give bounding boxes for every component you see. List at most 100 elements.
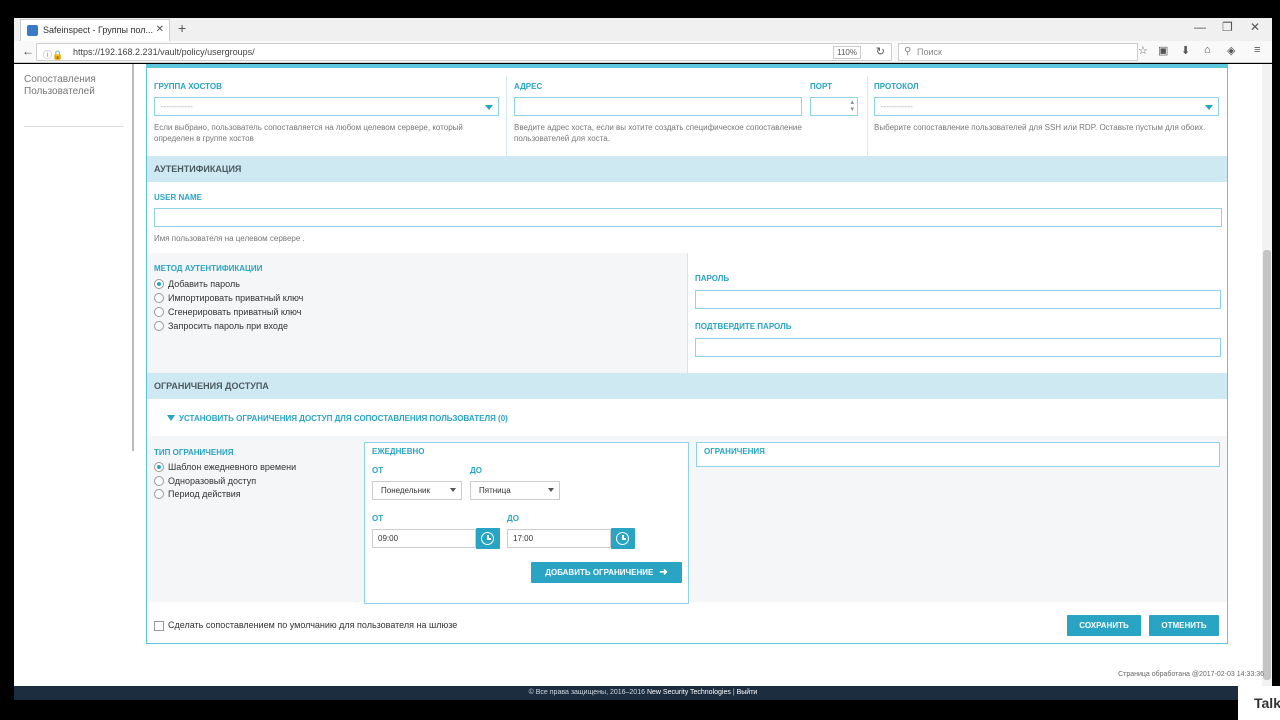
from-time-input[interactable]: 09:00 <box>372 529 476 548</box>
cancel-button[interactable]: ОТМЕНИТЬ <box>1149 615 1219 636</box>
new-tab-icon[interactable]: + <box>178 20 186 36</box>
address-bar[interactable]: ⓘ🔒 https://192.168.2.231/vault/policy/us… <box>36 43 892 61</box>
footer-separator: | <box>732 689 735 696</box>
auth-method-option[interactable]: Добавить пароль <box>154 278 240 290</box>
auth-method-label: МЕТОД АУТЕНТИФИКАЦИИ <box>154 264 263 273</box>
from-time-picker-button[interactable] <box>476 528 500 549</box>
add-restriction-button[interactable]: ДОБАВИТЬ ОГРАНИЧЕНИЕ ➜ <box>531 562 682 583</box>
radio-selected-icon[interactable] <box>154 279 164 289</box>
from-day-select[interactable]: Понедельник <box>372 481 462 500</box>
close-window-icon[interactable]: ✕ <box>1250 20 1260 34</box>
confirm-password-input[interactable] <box>695 338 1221 357</box>
restore-icon[interactable]: ❐ <box>1222 20 1233 34</box>
from-day-label: ОТ <box>372 466 384 475</box>
daily-fieldset: ЕЖЕДНЕВНО ОТ ДО Понедельник Пятница ОТ Д… <box>364 442 689 604</box>
radio-icon[interactable] <box>154 476 164 486</box>
home-icon[interactable]: ⌂ <box>1204 44 1211 56</box>
auth-section-header: АУТЕНТИФИКАЦИЯ <box>147 156 1227 182</box>
clock-hand <box>487 538 491 540</box>
triangle-down-icon <box>167 415 175 421</box>
protocol-label: ПРОТОКОЛ <box>874 82 919 91</box>
company-link[interactable]: New Security Technologies <box>647 689 731 696</box>
toggle-label: УСТАНОВИТЬ ОГРАНИЧЕНИЯ ДОСТУП ДЛЯ СОПОСТ… <box>179 414 508 423</box>
protocol-select[interactable]: ------------ <box>874 97 1219 116</box>
chevron-down-icon <box>485 105 493 110</box>
default-mapping-checkbox[interactable] <box>154 621 164 631</box>
to-day-label: ДО <box>470 466 482 475</box>
minimize-icon[interactable]: — <box>1194 20 1206 34</box>
option-label: Импортировать приватный ключ <box>168 293 304 303</box>
from-day-value: Понедельник <box>381 486 430 495</box>
radio-icon[interactable] <box>154 293 164 303</box>
to-time-input[interactable]: 17:00 <box>507 529 611 548</box>
back-icon[interactable]: ← <box>22 44 34 58</box>
password-input[interactable] <box>695 290 1221 309</box>
logout-link[interactable]: Выйти <box>737 689 758 696</box>
auth-method-option[interactable]: Сгенерировать приватный ключ <box>154 306 301 318</box>
username-help: Имя пользователя на целевом сервере . <box>154 234 305 243</box>
protocol-value: ------------ <box>881 102 913 111</box>
to-time-label: ДО <box>507 514 519 523</box>
menu-icon[interactable]: ≡ <box>1254 44 1260 56</box>
default-mapping-label: Сделать сопоставлением по умолчанию для … <box>168 620 458 630</box>
page-footer: © Все права защищены, 2016–2016 New Secu… <box>14 686 1272 700</box>
protocol-help: Выберите сопоставление пользователей для… <box>874 123 1206 132</box>
restriction-type-option[interactable]: Шаблон ежедневного времени <box>154 461 296 473</box>
username-input[interactable] <box>154 208 1222 227</box>
username-label: USER NAME <box>154 193 203 202</box>
zoom-level[interactable]: 110% <box>833 46 861 59</box>
pocket-icon[interactable]: ◈ <box>1227 44 1235 57</box>
lock-icon: ⓘ🔒 <box>43 50 64 60</box>
column-divider <box>867 76 868 156</box>
reading-list-icon[interactable]: ▣ <box>1158 44 1168 57</box>
confirm-password-label: ПОДТВЕРДИТЕ ПАРОЛЬ <box>695 322 792 331</box>
close-tab-icon[interactable]: ✕ <box>156 20 164 40</box>
restriction-type-option[interactable]: Одноразовый доступ <box>154 475 256 487</box>
restriction-type-label: ТИП ОГРАНИЧЕНИЯ <box>154 448 234 457</box>
to-day-select[interactable]: Пятница <box>470 481 560 500</box>
status-text: Страница обработана @2017-02-03 14:33:36 <box>1118 671 1264 678</box>
radio-icon[interactable] <box>154 489 164 499</box>
browser-tab[interactable]: Safeinspect - Группы пол... ✕ <box>20 19 170 41</box>
address-input[interactable] <box>514 97 802 116</box>
search-icon: ⚲ <box>904 46 912 57</box>
option-label: Сгенерировать приватный ключ <box>168 307 302 317</box>
port-input[interactable]: ▴ ▾ <box>810 97 858 116</box>
sidebar: Сопоставления Пользователей <box>14 64 134 451</box>
to-day-value: Пятница <box>479 486 511 495</box>
scrollbar-thumb[interactable] <box>1263 250 1271 680</box>
search-input[interactable]: ⚲ Поиск <box>898 43 1138 61</box>
access-section-header: ОГРАНИЧЕНИЯ ДОСТУПА <box>147 373 1227 399</box>
radio-icon[interactable] <box>154 307 164 317</box>
arrow-right-icon: ➜ <box>659 567 668 578</box>
daily-legend: ЕЖЕДНЕВНО <box>370 447 427 456</box>
host-group-value: ------------ <box>161 102 193 111</box>
option-label: Запросить пароль при входе <box>168 321 288 331</box>
option-label: Одноразовый доступ <box>168 476 257 486</box>
from-time-value: 09:00 <box>378 534 399 543</box>
radio-icon[interactable] <box>154 321 164 331</box>
spinner-icon[interactable]: ▴ ▾ <box>850 99 854 113</box>
option-label: Период действия <box>168 489 241 499</box>
host-group-select[interactable]: ------------ <box>154 97 499 116</box>
host-group-help: Если выбрано, пользователь сопоставляетс… <box>154 123 463 143</box>
radio-selected-icon[interactable] <box>154 462 164 472</box>
favicon-icon <box>27 25 38 36</box>
restriction-type-option[interactable]: Период действия <box>154 488 241 500</box>
auth-method-option[interactable]: Импортировать приватный ключ <box>154 292 303 304</box>
search-placeholder: Поиск <box>917 47 942 57</box>
overlay-badge: Talk <box>1238 686 1280 720</box>
url-text: https://192.168.2.231/vault/policy/userg… <box>73 47 255 57</box>
reload-icon[interactable]: ↻ <box>876 44 885 60</box>
download-icon[interactable]: ⬇ <box>1181 44 1190 57</box>
auth-method-option[interactable]: Запросить пароль при входе <box>154 320 288 332</box>
option-label: Добавить пароль <box>168 279 240 289</box>
address-help: Введите адрес хоста, если вы хотите созд… <box>514 123 802 143</box>
bookmark-star-icon[interactable]: ☆ <box>1138 44 1148 57</box>
sidebar-item-user-mappings[interactable]: Сопоставления Пользователей <box>24 74 124 98</box>
save-button[interactable]: СОХРАНИТЬ <box>1067 615 1141 636</box>
to-time-picker-button[interactable] <box>611 528 635 549</box>
web-page: Сопоставления Пользователей ГРУППА ХОСТО… <box>14 64 1272 686</box>
restrictions-toggle[interactable]: УСТАНОВИТЬ ОГРАНИЧЕНИЯ ДОСТУП ДЛЯ СОПОСТ… <box>167 414 508 423</box>
screen: Safeinspect - Группы пол... ✕ + — ❐ ✕ ← … <box>0 0 1280 720</box>
